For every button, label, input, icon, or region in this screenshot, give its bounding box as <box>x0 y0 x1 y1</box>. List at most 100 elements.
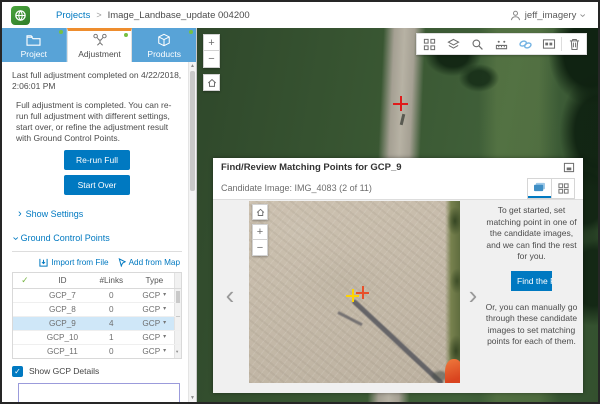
link-points-tool-active[interactable] <box>513 34 537 54</box>
tab-strip: Project Adjustment Products <box>2 28 196 62</box>
thumbnail-grid-tool[interactable] <box>417 34 441 54</box>
instructions-column: To get started, set matching point in on… <box>485 205 578 348</box>
cell-type: GCP <box>142 290 160 301</box>
cell-type: GCP <box>142 318 160 329</box>
table-row-gcp7[interactable]: GCP_7 0 GCP▾ <box>13 289 181 303</box>
next-candidate-button[interactable]: › <box>463 278 483 312</box>
col-header-links: #Links <box>88 275 134 286</box>
scrollbar-thumb[interactable] <box>190 71 195 191</box>
table-scroll-down[interactable]: ▼ <box>175 349 179 354</box>
find-the-rest-button[interactable]: Find the Rest <box>511 271 552 291</box>
import-from-file-link[interactable]: Import from File <box>39 257 108 268</box>
show-settings-label: Show Settings <box>26 209 84 220</box>
map-cursor-icon <box>118 258 126 267</box>
gcp-table: ✓ ID #Links Type GCP_7 0 GCP▾ <box>12 272 182 359</box>
tab-project-label: Project <box>21 49 47 59</box>
grid-view-button[interactable] <box>551 179 574 198</box>
thumbnails-icon <box>423 38 436 51</box>
image-zoom-out-button[interactable]: − <box>252 240 268 256</box>
match-panel-body: ‹ <box>213 199 583 393</box>
previous-candidate-button[interactable]: ‹ <box>220 278 240 312</box>
table-row-gcp10[interactable]: GCP_10 1 GCP▾ <box>13 331 181 345</box>
match-panel-title: Find/Review Matching Points for GCP_9 <box>221 162 402 173</box>
compare-icon <box>542 38 556 50</box>
show-gcp-details-checkbox[interactable]: ✓ <box>12 366 23 377</box>
chevron-right-icon: › <box>18 209 22 220</box>
show-settings-toggle[interactable]: › Show Settings <box>12 209 182 220</box>
type-dropdown-caret[interactable]: ▾ <box>163 346 166 357</box>
zoom-out-button[interactable]: − <box>203 51 220 68</box>
type-dropdown-caret[interactable]: ▾ <box>163 304 166 315</box>
user-menu[interactable]: jeff_imagery › <box>510 10 584 21</box>
select-all-check-icon[interactable]: ✓ <box>13 275 37 286</box>
scroll-down-arrow[interactable]: ▼ <box>189 394 196 402</box>
type-dropdown-caret[interactable]: ▾ <box>163 332 166 343</box>
instruction-start-text: To get started, set matching point in on… <box>485 205 578 263</box>
gcp-section-toggle[interactable]: › Ground Control Points <box>12 233 182 244</box>
image-zoom-in-button[interactable]: + <box>252 224 268 240</box>
main-content: Project Adjustment Products ▲ ▼ <box>2 28 598 402</box>
table-row-gcp11[interactable]: GCP_11 0 GCP▾ ▼ <box>13 345 181 358</box>
find-button-clip: Find the Rest <box>511 271 552 291</box>
measure-tool[interactable] <box>489 34 513 54</box>
branch-shadow <box>337 311 362 326</box>
breadcrumb-separator: > <box>96 10 101 20</box>
filmstrip-view-icon <box>533 182 546 193</box>
cell-type: GCP <box>142 304 160 315</box>
match-panel-header: Find/Review Matching Points for GCP_9 <box>213 158 583 177</box>
cube-icon <box>157 33 171 47</box>
user-icon <box>510 10 521 21</box>
popout-window-icon <box>563 162 575 173</box>
adjustment-description: Full adjustment is completed. You can re… <box>12 100 182 144</box>
table-row-gcp9-selected[interactable]: GCP_9 4 GCP▾ <box>13 317 181 331</box>
cell-links: 1 <box>88 332 134 343</box>
layers-tool[interactable] <box>441 34 465 54</box>
show-gcp-details-label: Show GCP Details <box>29 366 99 377</box>
add-from-map-label: Add from Map <box>129 257 180 268</box>
cell-links: 0 <box>88 290 134 301</box>
open-preview-window-button[interactable] <box>563 162 575 173</box>
top-bar: Projects > Image_Landbase_update 004200 … <box>2 2 598 29</box>
zoom-in-button[interactable]: + <box>203 34 220 51</box>
tab-adjustment[interactable]: Adjustment <box>67 28 133 62</box>
view-toggle-group <box>527 178 575 199</box>
candidate-image-label: Candidate Image: IMG_4083 (2 of 11) <box>221 183 372 193</box>
section-divider <box>12 251 182 252</box>
cell-links: 4 <box>88 318 134 329</box>
table-row-gcp8[interactable]: GCP_8 0 GCP▾ <box>13 303 181 317</box>
search-tool[interactable] <box>465 34 489 54</box>
show-gcp-details-row: ✓ Show GCP Details <box>12 366 182 377</box>
scroll-up-arrow[interactable]: ▲ <box>189 62 196 70</box>
cell-id: GCP_11 <box>37 346 88 357</box>
home-extent-button[interactable] <box>203 74 220 91</box>
gcp-map-marker <box>393 96 408 111</box>
tab-project[interactable]: Project <box>2 28 67 62</box>
map-view[interactable]: + − <box>197 28 598 402</box>
table-scrollbar[interactable] <box>174 273 181 288</box>
compare-images-tool[interactable] <box>537 34 561 54</box>
chevron-down-icon: › <box>9 237 20 241</box>
single-image-view-button[interactable] <box>528 179 551 198</box>
gcp-section-label: Ground Control Points <box>21 233 110 244</box>
cell-type: GCP <box>142 346 160 357</box>
cell-id: GCP_10 <box>37 332 88 343</box>
left-panel: Project Adjustment Products ▲ ▼ <box>2 28 197 402</box>
delete-tool[interactable] <box>562 34 586 54</box>
cell-links: 0 <box>88 304 134 315</box>
rerun-full-button[interactable]: Re-run Full <box>64 150 130 170</box>
type-dropdown-caret[interactable]: ▾ <box>163 318 166 329</box>
col-header-id: ID <box>37 275 88 286</box>
search-icon <box>471 38 484 51</box>
add-from-map-link[interactable]: Add from Map <box>118 257 180 268</box>
start-over-button[interactable]: Start Over <box>64 175 130 195</box>
tab-products[interactable]: Products <box>132 28 196 62</box>
type-dropdown-caret[interactable]: ▾ <box>163 290 166 301</box>
image-home-button[interactable] <box>252 204 268 220</box>
app-logo-icon <box>11 6 30 25</box>
breadcrumb-projects-link[interactable]: Projects <box>56 10 90 21</box>
cell-id: GCP_7 <box>37 290 88 301</box>
candidate-image[interactable]: + − <box>249 201 460 383</box>
left-panel-scrollbar[interactable]: ▲ ▼ <box>188 62 196 402</box>
gcp-actions-row: Import from File Add from Map <box>12 257 180 268</box>
last-adjustment-status: Last full adjustment completed on 4/22/2… <box>12 70 182 92</box>
